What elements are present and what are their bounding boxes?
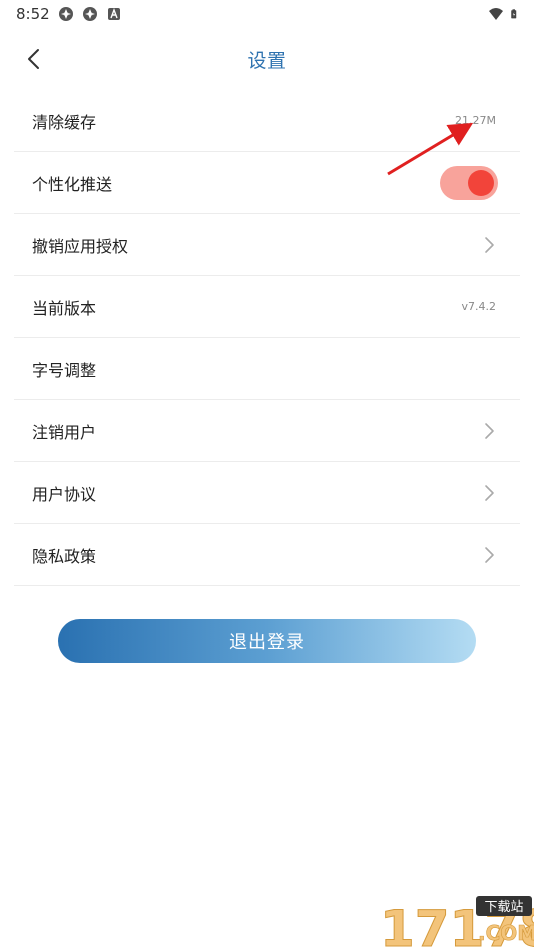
watermark-badge-text: 下载站 [484,900,523,915]
wifi-icon [489,8,503,20]
row-label: 个性化推送 [32,174,113,194]
row-label: 撤销应用授权 [32,236,129,256]
settings-row-delete-account[interactable]: 注销用户 [14,400,520,462]
version-value: v7.4.2 [461,300,497,313]
watermark-logo: 17178 下载站 .COM [380,896,534,950]
watermark-domain-text: .COM [478,921,534,945]
app-icon [58,7,73,21]
a-badge-icon [107,8,120,20]
app-icon [82,7,97,21]
page-title: 设置 [247,50,287,72]
settings-row-privacy-policy[interactable]: 隐私政策 [14,524,520,586]
settings-row-user-agreement[interactable]: 用户协议 [14,462,520,524]
annotation-arrow-icon [387,122,474,176]
settings-row-revoke-authorization[interactable]: 撤销应用授权 [14,214,520,276]
status-time: 8:52 [16,5,50,23]
chevron-right-icon [485,484,494,501]
row-label: 用户协议 [32,484,97,504]
row-label: 当前版本 [32,298,97,318]
header: 设置 [0,36,534,82]
status-left: 8:52 [16,5,122,23]
row-label: 隐私政策 [32,546,97,566]
chevron-right-icon [485,236,494,253]
status-bar: 8:52 [0,0,534,28]
settings-row-current-version: 当前版本 v7.4.2 [14,276,520,338]
row-label: 清除缓存 [32,112,97,132]
status-right [488,6,520,22]
settings-row-font-size[interactable]: 字号调整 [14,338,520,400]
row-label: 字号调整 [32,360,97,380]
battery-icon [511,9,517,19]
logout-button[interactable]: 退出登录 [58,619,476,663]
row-label: 注销用户 [32,422,97,442]
chevron-right-icon [485,546,494,563]
chevron-right-icon [485,422,494,439]
